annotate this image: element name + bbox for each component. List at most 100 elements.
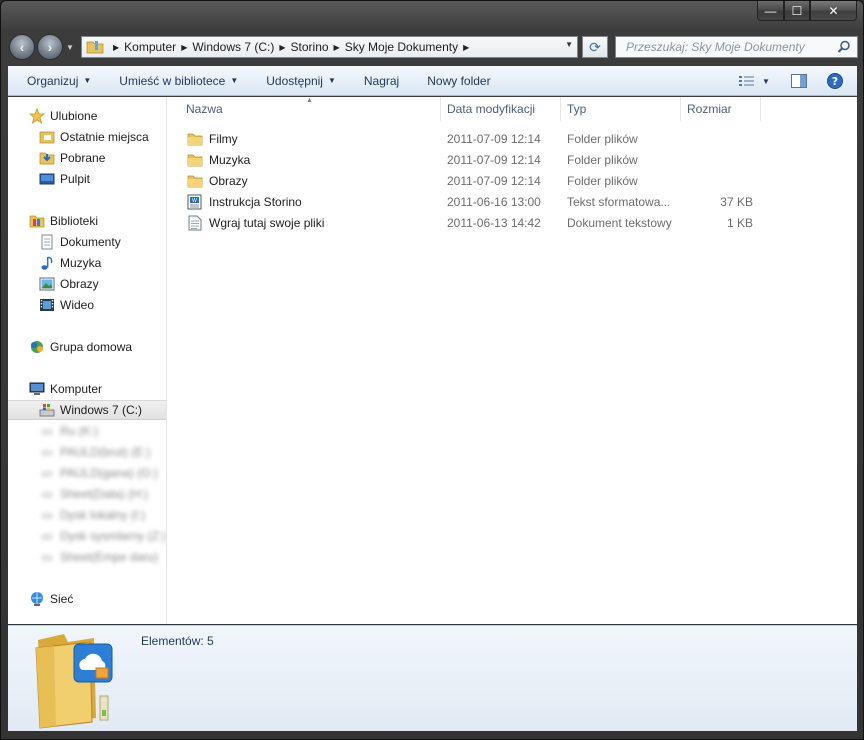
breadcrumb-computer[interactable]: Komputer xyxy=(124,40,176,54)
address-bar[interactable]: ▶ Komputer ▶ Windows 7 (C:) ▶ Storino ▶ … xyxy=(81,36,578,58)
include-in-library-label: Umieść w bibliotece xyxy=(119,73,226,88)
item-count: Elementów: 5 xyxy=(141,634,214,648)
search-input[interactable]: Przeszukaj: Sky Moje Dokumenty xyxy=(615,36,858,58)
nav-computer[interactable]: Komputer xyxy=(8,379,166,399)
column-name-label: Nazwa xyxy=(186,102,223,116)
file-row[interactable]: Muzyka 2011-07-09 12:14 Folder plików xyxy=(168,149,857,170)
recent-pages-dropdown[interactable]: ▼ xyxy=(64,43,76,52)
nav-recent-places[interactable]: Ostatnie miejsca xyxy=(8,127,166,147)
breadcrumb-separator-icon[interactable]: ▶ xyxy=(181,43,187,52)
column-header-name[interactable]: Nazwa xyxy=(168,97,441,121)
close-button[interactable]: ✕ xyxy=(810,1,857,21)
file-type: Dokument tekstowy xyxy=(567,215,672,230)
nav-drive-c[interactable]: Windows 7 (C:) xyxy=(8,400,166,420)
nav-documents[interactable]: Dokumenty xyxy=(8,232,166,252)
chevron-down-icon: ▼ xyxy=(230,76,239,85)
nav-libraries-label: Biblioteki xyxy=(50,214,99,228)
column-header-date[interactable]: Data modyfikacji xyxy=(441,97,561,121)
computer-icon xyxy=(28,380,46,398)
nav-downloads[interactable]: Pobrane xyxy=(8,148,166,168)
file-date: 2011-06-13 14:42 xyxy=(447,215,541,230)
burn-button[interactable]: Nagraj xyxy=(354,70,409,92)
nav-videos[interactable]: Wideo xyxy=(8,295,166,315)
minimize-icon: — xyxy=(764,3,777,18)
nav-drive-blurred[interactable]: ▭ Dysk sysmlarny (Z:) xyxy=(8,526,166,546)
file-name: Instrukcja Storino xyxy=(209,194,302,209)
nav-drive-blurred[interactable]: ▭ Sheet(Data) (H:) xyxy=(8,484,166,504)
nav-drive-blurred[interactable]: ▭ PAULD(gana) (G:) xyxy=(8,463,166,483)
file-name: Filmy xyxy=(209,131,238,146)
nav-pictures[interactable]: Obrazy xyxy=(8,274,166,294)
nav-network-label: Sieć xyxy=(50,592,74,606)
change-view-button[interactable] xyxy=(735,70,759,92)
file-row[interactable]: W Instrukcja Storino 2011-06-16 13:00 Te… xyxy=(168,191,857,212)
nav-downloads-label: Pobrane xyxy=(60,151,106,165)
breadcrumb-separator-icon[interactable]: ▶ xyxy=(279,43,285,52)
folder-icon xyxy=(186,130,204,148)
address-history-dropdown[interactable]: ▼ xyxy=(565,40,573,49)
close-icon: ✕ xyxy=(828,3,839,18)
search-icon[interactable] xyxy=(837,40,851,54)
text-document-icon xyxy=(186,214,204,232)
nav-homegroup-label: Grupa domowa xyxy=(50,340,133,354)
network-icon xyxy=(28,590,46,608)
share-menu[interactable]: Udostępnij ▼ xyxy=(256,70,346,92)
nav-music-label: Muzyka xyxy=(60,256,102,270)
forward-arrow-icon: › xyxy=(47,39,53,55)
nav-drive-blurred[interactable]: ▭ PAULD(brut) (E:) xyxy=(8,442,166,462)
file-row[interactable]: Wgraj tutaj swoje pliki 2011-06-13 14:42… xyxy=(168,212,857,233)
file-type: Folder plików xyxy=(567,173,638,188)
recent-places-icon xyxy=(38,128,56,146)
maximize-button[interactable]: ☐ xyxy=(784,1,810,21)
column-header-size[interactable]: Rozmiar xyxy=(681,97,761,121)
help-button[interactable]: ? xyxy=(823,70,847,92)
file-size: 1 KB xyxy=(726,215,753,230)
breadcrumb-storino[interactable]: Storino xyxy=(291,40,329,54)
nav-drive-blurred-label: Sheet(Empe daru) xyxy=(60,550,159,564)
view-options-dropdown[interactable]: ▼ xyxy=(759,70,773,92)
include-in-library-menu[interactable]: Umieść w bibliotece ▼ xyxy=(109,70,248,92)
refresh-button[interactable]: ⟳ xyxy=(582,36,608,58)
breadcrumb-separator-icon[interactable]: ▶ xyxy=(334,43,340,52)
preview-pane-button[interactable] xyxy=(787,70,811,92)
nav-music[interactable]: Muzyka xyxy=(8,253,166,273)
documents-icon xyxy=(38,233,56,251)
navigation-pane[interactable]: Ulubione Ostatnie miejsca Pobrane Pulpit… xyxy=(8,97,167,624)
file-list[interactable]: ▲ Nazwa Data modyfikacji Typ Rozmiar Fil… xyxy=(168,97,857,624)
nav-drive-blurred-label: Dysk sysmlarny (Z:) xyxy=(60,529,166,543)
back-arrow-icon: ‹ xyxy=(19,39,25,55)
column-size-label: Rozmiar xyxy=(687,102,732,116)
nav-documents-label: Dokumenty xyxy=(60,235,121,249)
new-folder-button[interactable]: Nowy folder xyxy=(417,70,500,92)
nav-drive-blurred[interactable]: ▭ Sheet(Empe daru) xyxy=(8,547,166,567)
drive-icon: ▭ xyxy=(41,529,53,543)
file-row[interactable]: Obrazy 2011-07-09 12:14 Folder plików xyxy=(168,170,857,191)
nav-desktop[interactable]: Pulpit xyxy=(8,169,166,189)
nav-favorites[interactable]: Ulubione xyxy=(8,106,166,126)
content-area: Ulubione Ostatnie miejsca Pobrane Pulpit… xyxy=(8,97,857,624)
forward-button[interactable]: › xyxy=(37,34,63,60)
file-row[interactable]: Filmy 2011-07-09 12:14 Folder plików xyxy=(168,128,857,149)
caption-buttons: — ☐ ✕ xyxy=(757,1,857,21)
organize-menu[interactable]: Organizuj ▼ xyxy=(17,70,101,92)
nav-homegroup[interactable]: Grupa domowa xyxy=(8,337,166,357)
back-button[interactable]: ‹ xyxy=(9,34,35,60)
breadcrumb-separator-icon[interactable]: ▶ xyxy=(113,43,119,52)
nav-videos-label: Wideo xyxy=(60,298,95,312)
nav-network[interactable]: Sieć xyxy=(8,589,166,609)
column-header-type[interactable]: Typ xyxy=(561,97,681,121)
column-headers: ▲ Nazwa Data modyfikacji Typ Rozmiar xyxy=(168,97,857,121)
breadcrumb-separator-icon[interactable]: ▶ xyxy=(463,43,469,52)
drive-icon: ▭ xyxy=(41,550,53,564)
folder-icon xyxy=(86,41,104,54)
nav-drive-blurred[interactable]: ▭ Dysk lokalny (I:) xyxy=(8,505,166,525)
nav-drive-blurred-label: Ru (K:) xyxy=(60,424,99,438)
nav-libraries[interactable]: Biblioteki xyxy=(8,211,166,231)
file-size xyxy=(681,170,753,191)
file-name: Wgraj tutaj swoje pliki xyxy=(209,215,325,230)
breadcrumb-drive[interactable]: Windows 7 (C:) xyxy=(192,40,274,54)
nav-drive-blurred[interactable]: ▭ Ru (K:) xyxy=(8,421,166,441)
folder-icon xyxy=(186,172,204,190)
breadcrumb-current-folder[interactable]: Sky Moje Dokumenty xyxy=(345,40,458,54)
minimize-button[interactable]: — xyxy=(757,1,784,21)
